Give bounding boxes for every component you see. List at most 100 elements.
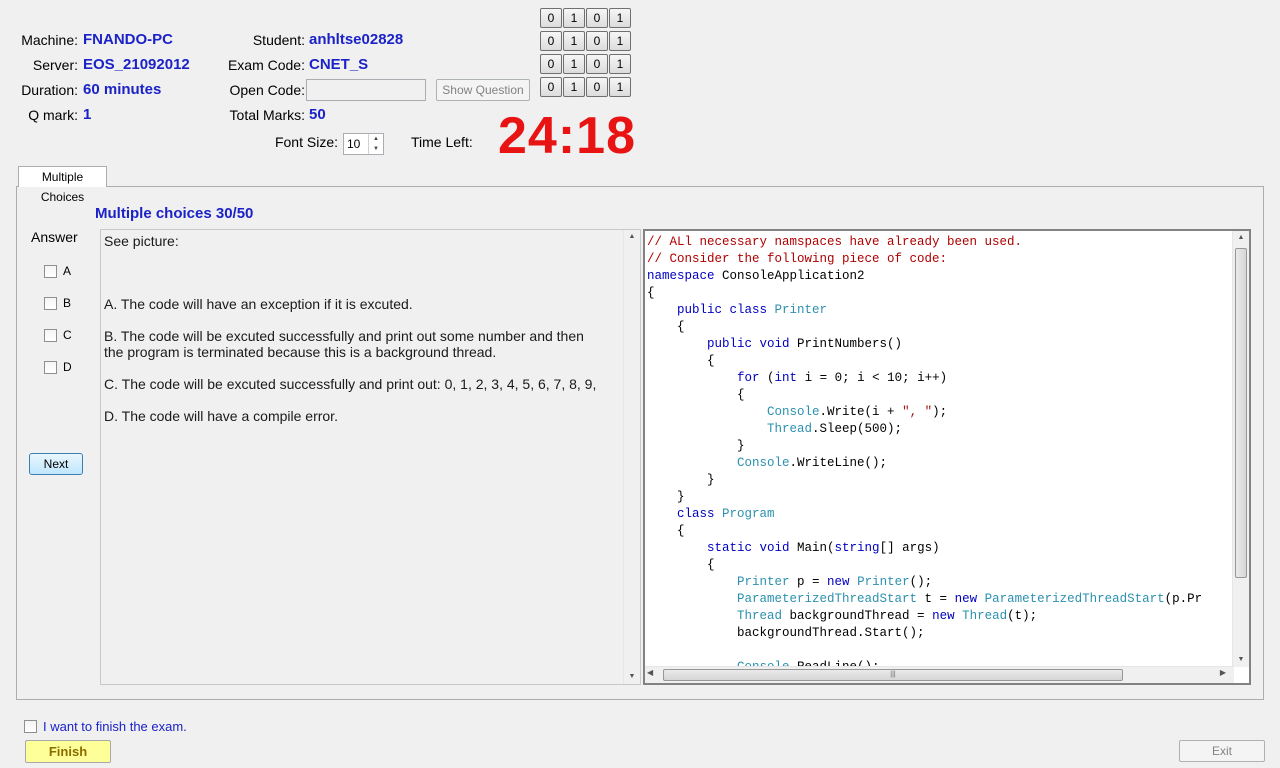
student-value: anhltse02828 (309, 31, 404, 48)
question-text-box[interactable]: See picture: A. The code will have an ex… (100, 229, 641, 685)
code-line: public void PrintNumbers() (707, 337, 903, 351)
bit-button[interactable]: 1 (563, 31, 585, 51)
code-vertical-scrollbar[interactable]: ▲ ▼ (1232, 231, 1249, 667)
bit-button[interactable]: 0 (540, 54, 562, 74)
spin-down-icon[interactable]: ▼ (369, 144, 383, 154)
bit-button[interactable]: 0 (586, 77, 608, 97)
scroll-up-icon[interactable]: ▲ (1233, 231, 1249, 245)
scroll-left-icon[interactable]: ◀ (647, 668, 653, 677)
qmark-label: Q mark: (28, 107, 78, 123)
code-line: { (647, 286, 655, 300)
duration-value: 60 minutes (83, 81, 162, 98)
code-line: Thread.Sleep(500); (767, 422, 903, 436)
bit-button[interactable]: 1 (609, 77, 631, 97)
bit-row-3: 0 1 0 1 (540, 54, 631, 74)
code-line: ParameterizedThreadStart t = new Paramet… (737, 592, 1203, 606)
code-line: backgroundThread.Start(); (647, 626, 925, 640)
code-line: { (647, 524, 685, 538)
student-label: Student: (252, 32, 305, 48)
bit-button[interactable]: 0 (540, 8, 562, 28)
question-title: Multiple choices 30/50 (95, 205, 254, 222)
time-left-label: Time Left: (411, 134, 473, 150)
exam-code-label: Exam Code: (227, 57, 305, 73)
font-size-label: Font Size: (274, 134, 338, 150)
spin-up-icon[interactable]: ▲ (369, 134, 383, 144)
code-line: // ALl necessary namspaces have already … (647, 235, 1023, 249)
option-a-text: A. The code will have an exception if it… (104, 296, 413, 312)
code-line: static void Main(string[] args) (707, 541, 940, 555)
answer-letter-d: D (63, 360, 72, 374)
code-picture-box[interactable]: // ALl necessary namspaces have already … (643, 229, 1251, 685)
code-line: Thread backgroundThread = new Thread(t); (737, 609, 1038, 623)
bit-button[interactable]: 0 (540, 77, 562, 97)
answer-letter-b: B (63, 296, 72, 310)
qmark-value: 1 (83, 106, 92, 123)
bit-button[interactable]: 1 (563, 8, 585, 28)
code-line: { (647, 354, 715, 368)
code-line: // Consider the following piece of code: (647, 252, 948, 266)
next-button[interactable]: Next (29, 453, 83, 475)
scroll-down-icon[interactable]: ▼ (624, 670, 640, 684)
code-line: } (647, 473, 715, 487)
answer-letter-a: A (63, 264, 72, 278)
code-line: { (647, 388, 745, 402)
code-line: for (int i = 0; i < 10; i++) (737, 371, 948, 385)
scroll-right-icon[interactable]: ▶ (1220, 668, 1226, 677)
total-marks-label: Total Marks: (229, 107, 305, 123)
option-b-text: B. The code will be excuted successfully… (104, 328, 584, 360)
bit-button[interactable]: 0 (540, 31, 562, 51)
finish-exam-label: I want to finish the exam. (43, 719, 187, 734)
server-label: Server: (32, 57, 78, 73)
code-line: { (647, 320, 685, 334)
total-marks-value: 50 (309, 106, 326, 123)
option-c-text: C. The code will be excuted successfully… (104, 376, 597, 392)
code-listing: // ALl necessary namspaces have already … (647, 234, 1232, 667)
finish-exam-checkbox[interactable] (24, 720, 37, 733)
bit-row-4: 0 1 0 1 (540, 77, 631, 97)
bit-button[interactable]: 1 (563, 54, 585, 74)
bit-button[interactable]: 0 (586, 8, 608, 28)
bit-button[interactable]: 1 (609, 31, 631, 51)
show-question-button[interactable]: Show Question (436, 79, 530, 101)
time-left-countdown: 24:18 (498, 107, 636, 165)
code-line: Printer p = new Printer(); (737, 575, 933, 589)
bit-button[interactable]: 1 (609, 54, 631, 74)
font-size-value: 10 (347, 137, 361, 151)
code-horizontal-scrollbar[interactable]: ◀ ||| ▶ (645, 666, 1234, 683)
duration-label: Duration: (21, 82, 78, 98)
code-line: { (647, 558, 715, 572)
option-d-text: D. The code will have a compile error. (104, 408, 338, 424)
tab-multiple-choices[interactable]: Multiple Choices (18, 166, 107, 204)
code-line: namespace ConsoleApplication2 (647, 269, 865, 283)
scroll-down-icon[interactable]: ▼ (1233, 653, 1249, 667)
answer-checkbox-b[interactable] (44, 297, 57, 310)
answer-label: Answer (31, 229, 78, 245)
question-scrollbar[interactable]: ▲ ▼ (623, 230, 640, 684)
open-code-label: Open Code: (229, 82, 306, 98)
answer-checkbox-c[interactable] (44, 329, 57, 342)
font-size-stepper[interactable]: 10 ▲ ▼ (343, 133, 384, 155)
code-line: } (647, 490, 685, 504)
bit-button[interactable]: 1 (563, 77, 585, 97)
answer-checkbox-a[interactable] (44, 265, 57, 278)
bit-button[interactable]: 0 (586, 31, 608, 51)
code-line: class Program (677, 507, 775, 521)
bit-button[interactable]: 0 (586, 54, 608, 74)
scroll-thumb[interactable]: ||| (663, 669, 1123, 681)
question-prompt: See picture: (104, 233, 179, 249)
exam-code-value: CNET_S (309, 56, 369, 73)
code-line: Console.WriteLine(); (737, 456, 888, 470)
code-line: public class Printer (677, 303, 828, 317)
bit-row-1: 0 1 0 1 (540, 8, 631, 28)
answer-checkbox-d[interactable] (44, 361, 57, 374)
answer-letter-c: C (63, 328, 72, 342)
exit-button[interactable]: Exit (1179, 740, 1265, 762)
open-code-input[interactable] (306, 79, 426, 101)
scroll-up-icon[interactable]: ▲ (624, 230, 640, 244)
server-value: EOS_21092012 (83, 56, 190, 73)
exit-label: Exit (1211, 744, 1232, 758)
finish-button[interactable]: Finish (25, 740, 111, 763)
bit-button[interactable]: 1 (609, 8, 631, 28)
scroll-thumb[interactable] (1235, 248, 1247, 578)
